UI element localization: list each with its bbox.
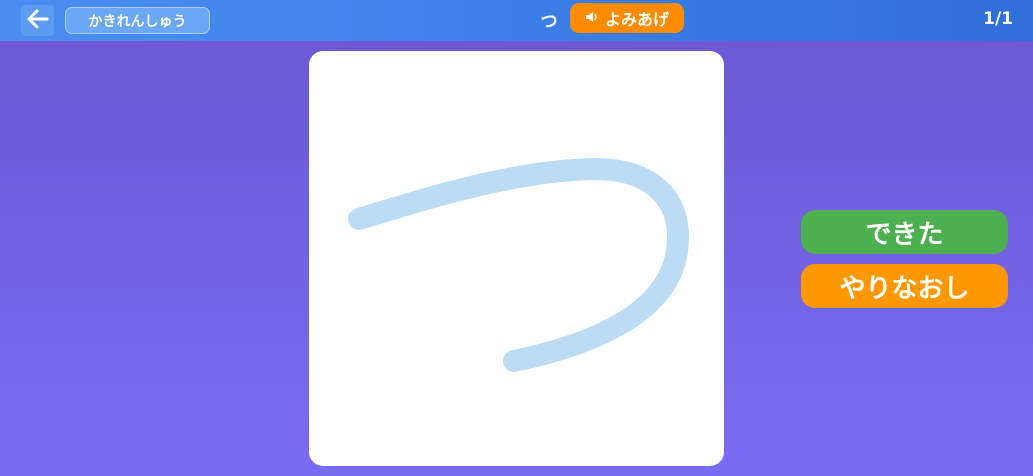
writing-canvas[interactable] [309, 51, 724, 466]
speaker-icon [585, 9, 599, 28]
page-counter: 1/1 [983, 9, 1013, 29]
done-button[interactable]: できた [801, 210, 1008, 254]
retry-button[interactable]: やりなおし [801, 264, 1008, 308]
back-button[interactable] [21, 5, 54, 36]
arrow-left-icon [26, 8, 50, 34]
top-bar: かきれんしゅう つ よみあげ 1/1 [0, 0, 1033, 41]
read-aloud-label: よみあげ [604, 10, 669, 29]
current-character-label: つ [540, 11, 558, 32]
practice-mode-chip[interactable]: かきれんしゅう [65, 7, 210, 34]
read-aloud-button[interactable]: よみあげ [570, 3, 684, 33]
character-guide-stroke [348, 158, 689, 372]
